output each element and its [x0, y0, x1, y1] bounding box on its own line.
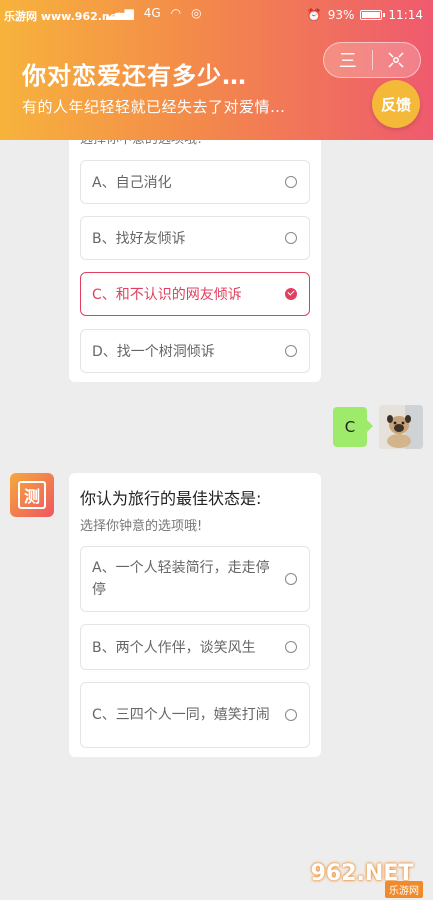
battery-icon	[360, 10, 386, 20]
option-label: B、找好友倾诉	[92, 231, 186, 247]
menu-button[interactable]: 三	[324, 43, 372, 77]
wechat-icon: ◎	[191, 6, 202, 20]
user-reply-text: C	[344, 418, 356, 436]
option-label: B、两个人作伴，谈笑风生	[92, 640, 256, 656]
close-icon	[388, 52, 404, 68]
menu-icon: 三	[338, 51, 357, 72]
page-title: 你对恋爱还有多少…	[22, 62, 247, 90]
battery-percent: 93%	[327, 8, 355, 22]
prev-question-card: 选择你中意的选项哦! A、自己消化 B、找好友倾诉 C、和不认识的网友倾诉 D、…	[69, 110, 321, 382]
bot-avatar: 测	[10, 473, 54, 517]
radio-icon	[285, 176, 297, 188]
close-button[interactable]	[373, 43, 421, 77]
option-a[interactable]: A、一个人轻装简行，走走停停	[80, 546, 310, 612]
page-subtitle: 有的人年纪轻轻就已经失去了对爱情…	[22, 98, 286, 116]
user-avatar[interactable]	[379, 405, 423, 449]
option-label: A、一个人轻装简行，走走停停	[92, 560, 270, 598]
status-icons: ▂▄▆ 4G ◠ ◎	[106, 6, 202, 20]
question-hint: 选择你钟意的选项哦!	[80, 519, 203, 534]
prev-option-d[interactable]: D、找一个树洞倾诉	[80, 329, 310, 373]
prev-option-b[interactable]: B、找好友倾诉	[80, 216, 310, 260]
radio-icon	[285, 709, 297, 721]
check-icon	[285, 288, 297, 300]
radio-icon	[285, 232, 297, 244]
question-title: 你认为旅行的最佳状态是:	[80, 489, 262, 508]
signal-icon: ▂▄▆	[106, 6, 134, 20]
clock: 11:14	[388, 8, 423, 22]
prev-option-a[interactable]: A、自己消化	[80, 160, 310, 204]
option-c[interactable]: C、三四个人一同，嬉笑打闹	[80, 682, 310, 748]
feedback-button[interactable]: 反馈	[372, 80, 420, 128]
option-label: D、找一个树洞倾诉	[92, 344, 215, 360]
status-bar: 乐游网 www.962.net ▂▄▆ 4G ◠ ◎ ⏰ 93% 11:14	[0, 0, 433, 30]
alarm-icon: ⏰	[306, 8, 322, 22]
radio-icon	[285, 641, 297, 653]
radio-icon	[285, 345, 297, 357]
network-type: 4G	[143, 6, 161, 20]
radio-icon	[285, 573, 297, 585]
mini-program-capsule: 三	[323, 42, 421, 78]
watermark-sub: 乐游网	[385, 881, 423, 898]
bot-avatar-label: 测	[18, 481, 46, 509]
option-label: C、三四个人一同，嬉笑打闹	[92, 707, 270, 723]
dog-avatar-icon	[379, 405, 423, 449]
option-label: A、自己消化	[92, 175, 172, 191]
option-b[interactable]: B、两个人作伴，谈笑风生	[80, 624, 310, 670]
user-reply-bubble: C	[333, 407, 373, 447]
prev-option-c[interactable]: C、和不认识的网友倾诉	[80, 272, 310, 316]
option-label: C、和不认识的网友倾诉	[92, 287, 242, 303]
current-question-card: 你认为旅行的最佳状态是: 选择你钟意的选项哦! A、一个人轻装简行，走走停停 B…	[69, 473, 321, 757]
app-header: 乐游网 www.962.net ▂▄▆ 4G ◠ ◎ ⏰ 93% 11:14 你…	[0, 0, 433, 140]
status-right: ⏰ 93% 11:14	[307, 8, 423, 22]
wifi-icon: ◠	[170, 6, 182, 20]
site-label: 乐游网 www.962.net	[4, 10, 123, 23]
